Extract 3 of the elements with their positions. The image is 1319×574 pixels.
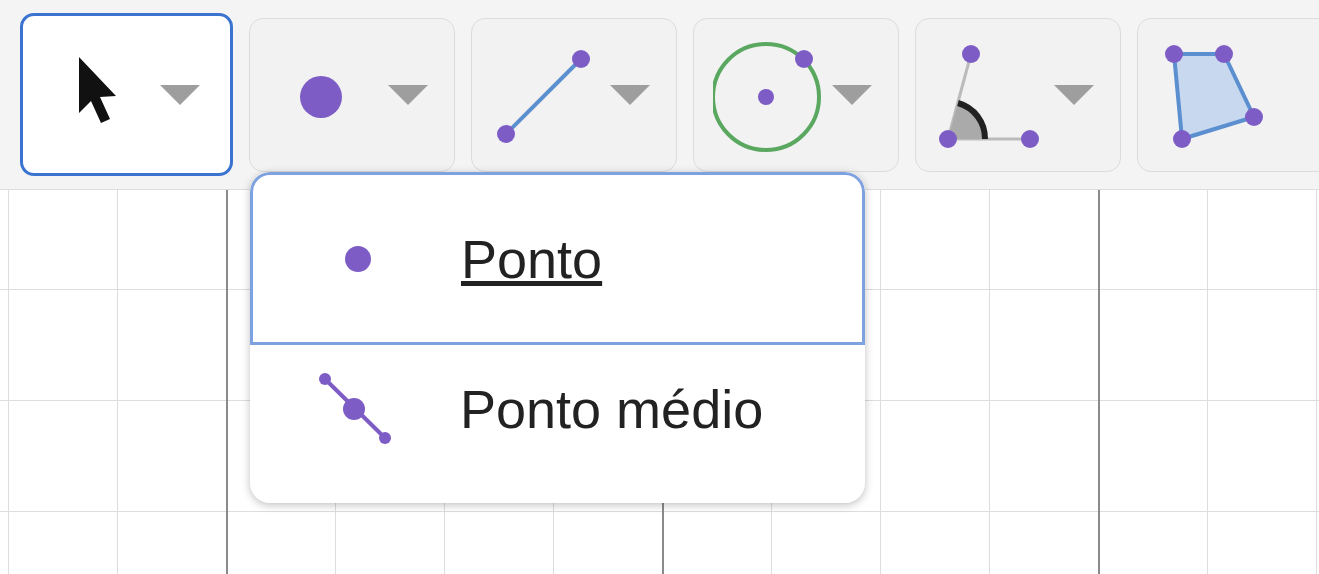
menu-item[interactable]: Ponto médio xyxy=(250,345,865,495)
tool-button[interactable] xyxy=(20,13,233,176)
menu-item[interactable]: Ponto xyxy=(250,172,865,345)
